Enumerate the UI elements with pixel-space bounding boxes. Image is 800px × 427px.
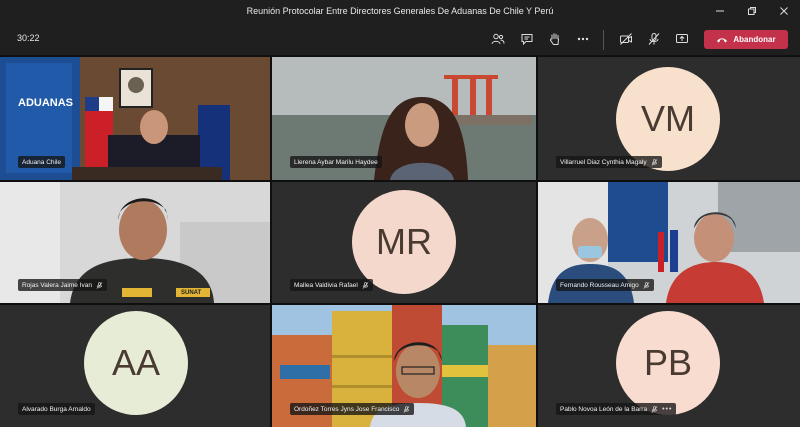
- participant-name: Alvarado Burga Arnaldo: [22, 405, 91, 413]
- participant-nametag: Fernando Rousseau Amigo: [556, 279, 654, 291]
- participant-tile[interactable]: Llerena Aybar Marilu Haydee: [272, 57, 536, 180]
- hang-up-icon: [717, 37, 728, 42]
- camera-off-icon[interactable]: [615, 28, 637, 50]
- leave-button[interactable]: Abandonar: [704, 30, 788, 49]
- participant-name: Aduana Chile: [22, 158, 62, 166]
- participant-nametag: Rojas Valera Jaime Ivan: [18, 279, 107, 291]
- title-bar: Reunión Protocolar Entre Directores Gene…: [0, 0, 800, 22]
- avatar: AA: [84, 311, 188, 415]
- restore-icon[interactable]: [736, 0, 768, 22]
- participant-tile[interactable]: VM Villarruel Diaz Cynthia Magaly: [538, 57, 800, 180]
- window-controls: [704, 0, 800, 22]
- participant-tile[interactable]: ADUANAS Aduana Chile: [0, 57, 270, 180]
- mic-muted-icon: [651, 405, 658, 413]
- participant-nametag: Alvarado Burga Arnaldo: [18, 403, 95, 415]
- meeting-toolbar: 30:22 Abandonar: [0, 22, 800, 56]
- mic-muted-icon: [362, 281, 369, 289]
- share-screen-icon[interactable]: [671, 28, 693, 50]
- participants-icon[interactable]: [487, 28, 509, 50]
- participant-nametag: Ordoñez Torres Jyns Jose Francisco: [290, 403, 415, 415]
- avatar: PB: [616, 311, 720, 415]
- vest-text: SUNAT: [181, 290, 202, 296]
- mic-muted-icon: [403, 405, 410, 413]
- minimize-icon[interactable]: [704, 0, 736, 22]
- participant-nametag: Pablo Novoa León de la Barra •••: [556, 403, 677, 415]
- participant-tile[interactable]: AA Alvarado Burga Arnaldo: [0, 305, 270, 427]
- participant-tile[interactable]: SUNAT Rojas Valera Jaime Ivan: [0, 182, 270, 303]
- participant-name: Ordoñez Torres Jyns Jose Francisco: [294, 405, 400, 413]
- participant-name: Villarruel Diaz Cynthia Magaly: [560, 158, 647, 166]
- participant-tile[interactable]: Fernando Rousseau Amigo: [538, 182, 800, 303]
- participant-nametag: Villarruel Diaz Cynthia Magaly: [556, 156, 662, 168]
- leave-label: Abandonar: [733, 35, 776, 44]
- participant-name: Fernando Rousseau Amigo: [560, 281, 639, 289]
- participant-name: Rojas Valera Jaime Ivan: [22, 281, 92, 289]
- participant-nametag: Mallea Valdivia Rafael: [290, 279, 373, 291]
- participant-tile[interactable]: Ordoñez Torres Jyns Jose Francisco: [272, 305, 536, 427]
- mic-muted-icon[interactable]: [643, 28, 665, 50]
- participant-tile[interactable]: MR Mallea Valdivia Rafael: [272, 182, 536, 303]
- mic-muted-icon: [96, 281, 103, 289]
- meeting-timer: 30:22: [17, 33, 40, 43]
- close-icon[interactable]: [768, 0, 800, 22]
- mic-muted-icon: [651, 158, 657, 166]
- participant-nametag: Aduana Chile: [18, 156, 66, 168]
- toolbar-divider: [603, 30, 604, 50]
- participant-nametag: Llerena Aybar Marilu Haydee: [290, 156, 382, 168]
- participant-tile[interactable]: PB Pablo Novoa León de la Barra •••: [538, 305, 800, 427]
- mic-muted-icon: [643, 281, 650, 289]
- participant-name: Llerena Aybar Marilu Haydee: [294, 158, 378, 166]
- more-actions-icon[interactable]: [572, 28, 594, 50]
- chat-icon[interactable]: [516, 28, 538, 50]
- raise-hand-icon[interactable]: [544, 28, 566, 50]
- participant-name: Mallea Valdivia Rafael: [294, 281, 358, 289]
- participant-more-options[interactable]: •••: [662, 406, 672, 413]
- participant-name: Pablo Novoa León de la Barra: [560, 405, 648, 413]
- banner-text: ADUANAS: [18, 97, 73, 109]
- window-title: Reunión Protocolar Entre Directores Gene…: [246, 6, 554, 16]
